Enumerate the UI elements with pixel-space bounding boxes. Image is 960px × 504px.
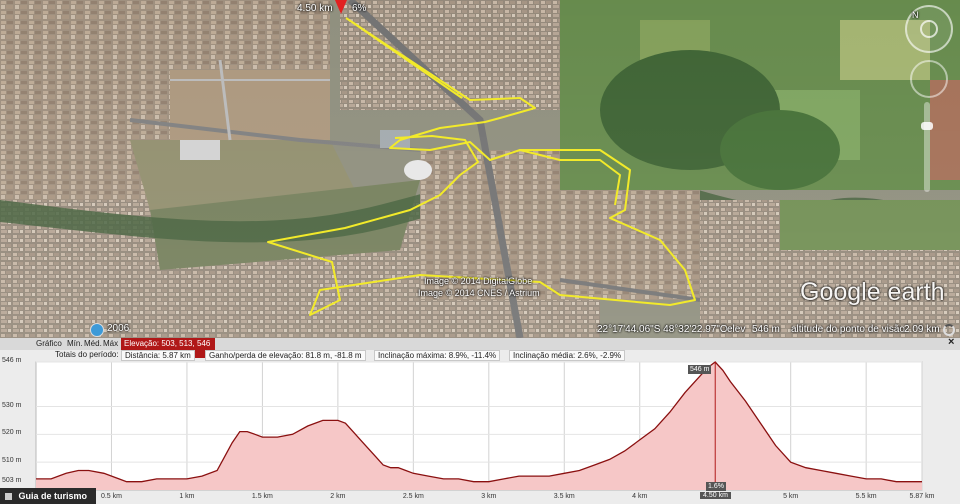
x-tick-label: 3 km [481,493,497,500]
tour-guide-label: Guia de turismo [18,491,88,501]
marker-grade-label: 6% [352,3,367,14]
x-tick-label: 5.87 km [909,493,935,500]
status-elev-value: 546 m [752,324,780,335]
x-tick-label: 5 km [783,493,799,500]
y-tick-label: 520 m [2,429,22,437]
zoom-slider-thumb[interactable] [921,122,933,130]
copyright-line-2: Image © 2014 CNES / Astrium [418,288,540,298]
status-eye-value: 2.09 km [904,324,940,335]
historical-imagery-icon[interactable] [90,323,104,337]
y-tick-label: 546 m [2,357,22,364]
google-earth-logo: Google earth [800,278,945,306]
elevation-profile-panel: Gráfico Mín. Méd. Máx Elevação: 503, 513… [0,336,960,504]
y-tick-label: 530 m [2,401,22,409]
tour-guide-icon [5,493,12,501]
x-tick-label: 1 km [179,493,195,500]
imagery-year: 2006 [107,323,130,334]
x-tick-label: 1.5 km [251,493,273,500]
compass-control[interactable]: N [905,5,953,53]
copyright-line-1: Image © 2014 DigitalGlobe [424,276,533,286]
eye-icon [920,20,938,38]
map-view[interactable]: 4.50 km 6% Image © 2014 DigitalGlobe Ima… [0,0,960,338]
compass-north-label: N [912,10,919,20]
marker-arrow-icon [335,0,347,14]
status-spinner-icon [943,324,955,336]
cursor-elevation-label: 546 m [688,365,712,374]
x-tick-label: 2.5 km [402,493,424,500]
status-coordinates: 22°17'44.06"S 48°32'22.97"O [597,324,728,335]
zoom-slider[interactable] [921,102,933,192]
x-tick-label: 2 km [330,493,346,500]
cursor-distance-label: 4.50 km [700,492,731,499]
status-eye-label: altitude do ponto de visão [791,324,905,335]
x-tick-label: 3.5 km [553,493,575,500]
y-tick-label: 510 m [2,457,22,465]
x-tick-label: 5.5 km [855,493,877,500]
x-tick-label: 4 km [632,493,648,500]
elevation-chart[interactable] [0,338,960,504]
y-tick-label: 503 m [2,476,22,484]
x-tick-label: 0.5 km [100,493,122,500]
status-elev-label: elev [727,324,746,335]
cursor-grade-label: 1.6% [706,482,726,491]
marker-distance-label: 4.50 km [297,3,333,14]
look-joystick[interactable] [910,60,948,98]
tour-guide-button[interactable]: Guia de turismo [0,488,96,504]
